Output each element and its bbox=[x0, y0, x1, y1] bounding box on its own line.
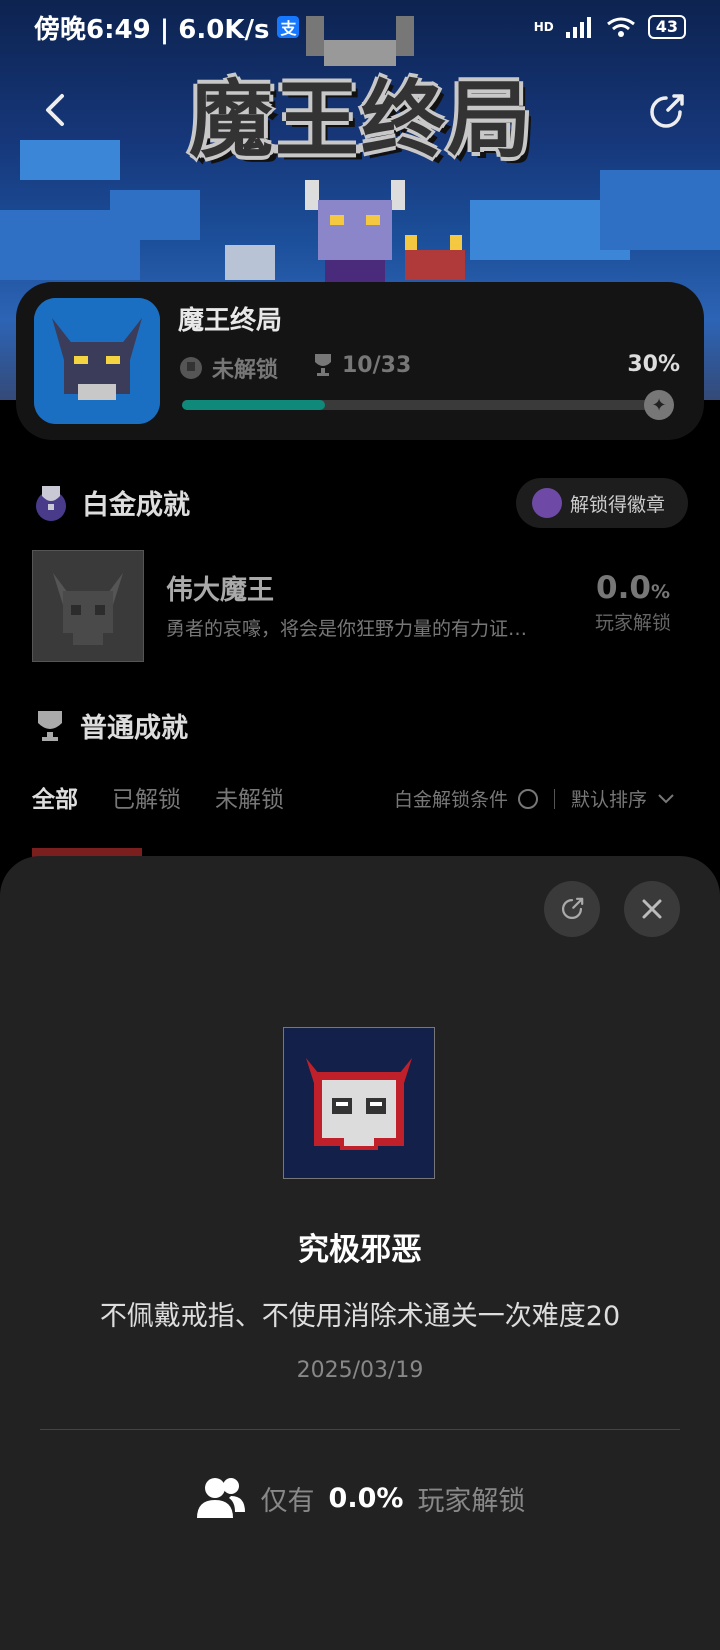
banner-title: 魔王终局 bbox=[188, 70, 533, 169]
status-time: 傍晚6:49 | 6.0K/s bbox=[34, 14, 270, 45]
platinum-unlock-rate: 0.0% 玩家解锁 bbox=[578, 570, 688, 635]
tab-unlocked[interactable]: 已解锁 bbox=[112, 780, 181, 814]
progress-fill bbox=[182, 400, 326, 410]
close-icon bbox=[642, 899, 662, 919]
platinum-achievement-row[interactable]: 伟大魔王 勇者的哀嚎，将会是你狂野力量的有力证… 0.0% 玩家解锁 bbox=[32, 550, 688, 662]
battery-icon: 43 bbox=[647, 15, 686, 39]
unlock-rate-unit: % bbox=[650, 581, 670, 603]
sheet-share-button[interactable] bbox=[544, 881, 600, 937]
trophy-count-label: 10/33 bbox=[342, 352, 412, 378]
trophy-count: 10/33 bbox=[312, 352, 411, 378]
platinum-trophy-icon bbox=[36, 486, 66, 521]
minion-art bbox=[225, 245, 275, 280]
minion-art bbox=[405, 235, 465, 280]
status-bar: 傍晚6:49 | 6.0K/s 支 HD 43 bbox=[0, 0, 720, 54]
chevron-down-icon[interactable] bbox=[657, 793, 675, 805]
achievement-date: 2025/03/19 bbox=[296, 1358, 424, 1383]
demon-art bbox=[305, 180, 405, 285]
filter-divider bbox=[554, 788, 556, 809]
normal-section-title: 普通成就 bbox=[80, 713, 188, 744]
platinum-section-header: 白金成就 bbox=[32, 482, 190, 522]
game-title: 魔王终局 bbox=[178, 306, 283, 336]
unlock-badge-button[interactable]: 解锁得徽章 bbox=[516, 478, 688, 528]
achievement-detail-sheet: 究极邪恶 不佩戴戒指、不使用消除术通关一次难度20 2025/03/19 仅有 … bbox=[0, 856, 720, 1650]
banner-cloud bbox=[600, 170, 720, 250]
hd-label: HD bbox=[533, 20, 554, 34]
banner-cloud bbox=[20, 140, 120, 180]
game-icon[interactable] bbox=[34, 298, 160, 424]
filter-bar: 白金解锁条件 默认排序 bbox=[394, 785, 675, 812]
achievement-description: 不佩戴戒指、不使用消除术通关一次难度20 bbox=[99, 1301, 621, 1332]
only-value: 0.0% bbox=[328, 1482, 404, 1514]
progress-bar bbox=[182, 400, 660, 410]
achievement-tabs: 全部 已解锁 未解锁 bbox=[32, 780, 284, 814]
evil-skull-icon bbox=[306, 1058, 412, 1150]
platinum-condition-filter[interactable]: 白金解锁条件 bbox=[394, 785, 508, 812]
progress-percent: 30% bbox=[627, 352, 680, 377]
unlock-rate-summary: 仅有 0.0% 玩家解锁 bbox=[0, 1476, 720, 1520]
alipay-icon: 支 bbox=[277, 16, 300, 38]
trophy-gray-icon bbox=[180, 357, 202, 379]
platinum-lock-state: 未解锁 bbox=[178, 352, 278, 384]
platinum-achievement-title: 伟大魔王 bbox=[166, 575, 274, 606]
wifi-icon bbox=[606, 17, 635, 37]
tab-all[interactable]: 全部 bbox=[32, 780, 78, 814]
trophy-icon bbox=[38, 710, 62, 741]
platinum-section-title: 白金成就 bbox=[82, 489, 190, 521]
banner-cloud bbox=[110, 190, 200, 240]
tab-locked[interactable]: 未解锁 bbox=[215, 780, 284, 814]
unlock-rate-label: 玩家解锁 bbox=[594, 612, 671, 634]
normal-section-header: 普通成就 bbox=[32, 706, 188, 745]
platinum-condition-radio[interactable] bbox=[518, 788, 539, 809]
game-summary-card: 魔王终局 未解锁 10/33 30% ✦ bbox=[16, 282, 704, 440]
badge-icon bbox=[532, 488, 562, 518]
platinum-achievement-image bbox=[32, 550, 144, 662]
trophy-icon bbox=[315, 354, 331, 376]
sheet-divider bbox=[40, 1429, 680, 1430]
users-icon bbox=[196, 1478, 245, 1518]
unlock-badge-label: 解锁得徽章 bbox=[570, 493, 666, 516]
only-suffix: 玩家解锁 bbox=[417, 1485, 526, 1517]
back-icon[interactable] bbox=[36, 90, 76, 130]
achievement-image bbox=[283, 1027, 435, 1179]
unlock-rate-value: 0.0 bbox=[596, 570, 651, 606]
only-prefix: 仅有 bbox=[260, 1485, 315, 1517]
share-icon[interactable] bbox=[644, 90, 688, 134]
game-logo-icon bbox=[34, 298, 160, 424]
signal-icon bbox=[565, 17, 591, 38]
sort-select[interactable]: 默认排序 bbox=[571, 785, 647, 812]
star-badge-icon: ✦ bbox=[644, 390, 674, 420]
achievement-title: 究极邪恶 bbox=[298, 1232, 422, 1268]
skull-icon bbox=[53, 573, 123, 645]
lock-state-label: 未解锁 bbox=[212, 358, 279, 383]
sheet-close-button[interactable] bbox=[624, 881, 680, 937]
platinum-achievement-desc: 勇者的哀嚎，将会是你狂野力量的有力证… bbox=[166, 618, 528, 640]
share-icon bbox=[562, 897, 584, 919]
